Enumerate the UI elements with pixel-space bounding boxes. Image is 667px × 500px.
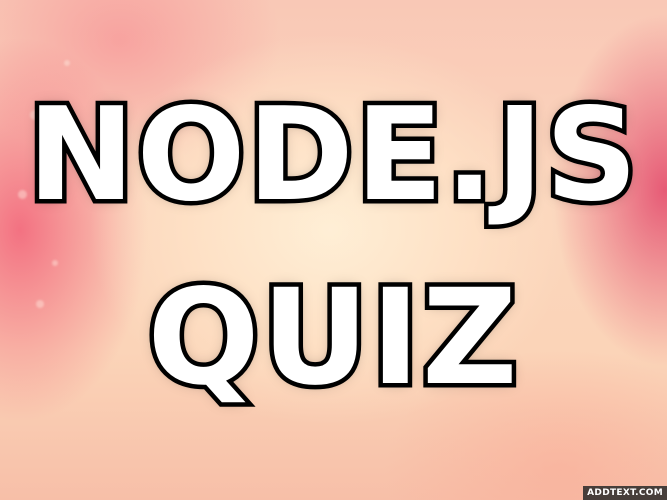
quiz-cover-image: NODE.JS QUIZ ADDTEXT.COM [0,0,667,500]
title-line-nodejs: NODE.JS [23,81,642,230]
bokeh-light [64,60,70,66]
title-line-quiz: QUIZ [143,261,522,415]
watermark-label: ADDTEXT.COM [583,486,667,500]
bokeh-light [52,260,58,266]
